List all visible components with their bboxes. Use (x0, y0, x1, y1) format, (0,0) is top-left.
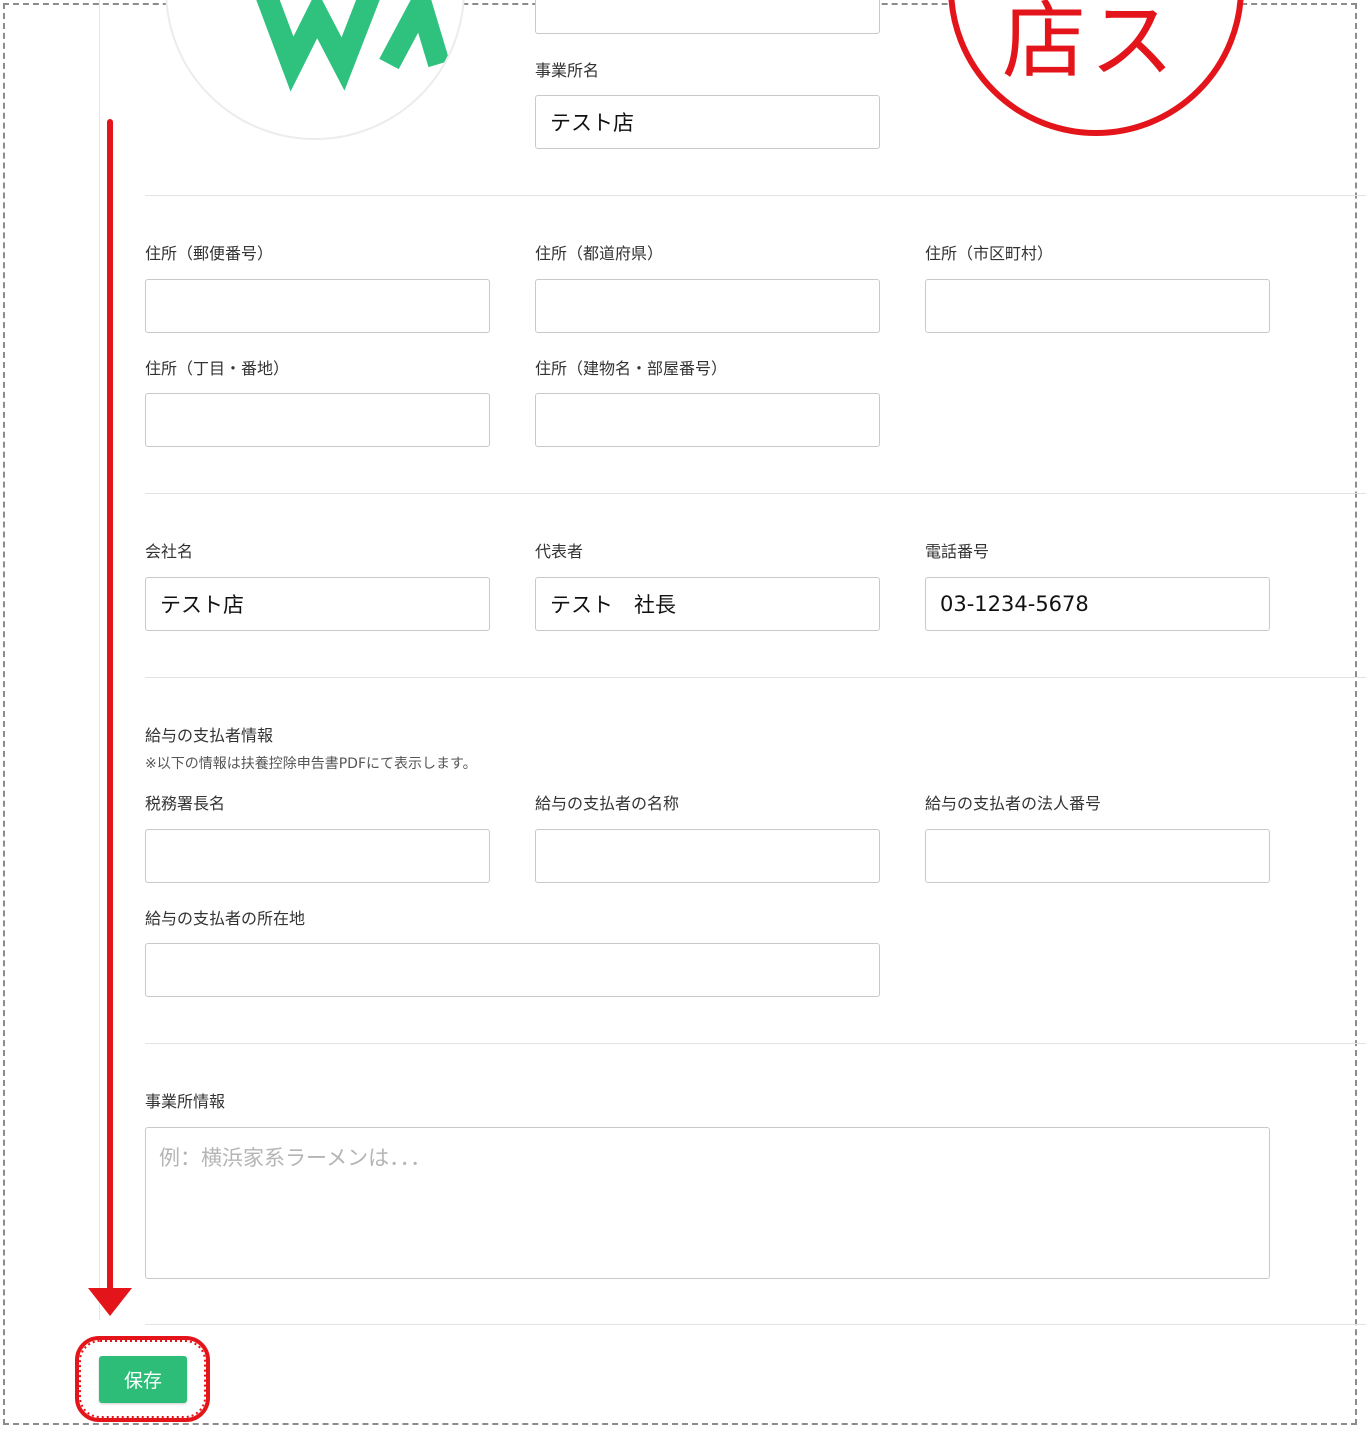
building-label: 住所（建物名・部屋番号） (535, 359, 728, 378)
building-input[interactable] (535, 393, 880, 447)
street-label: 住所（丁目・番地） (145, 359, 290, 378)
section-divider (145, 1324, 1366, 1325)
city-input[interactable] (925, 279, 1270, 333)
phone-input[interactable]: 03-1234-5678 (925, 577, 1270, 631)
representative-label: 代表者 (535, 542, 584, 561)
payer-section-title: 給与の支払者情報 (145, 726, 274, 745)
logo-mark-icon (256, 0, 450, 92)
office-info-label: 事業所情報 (145, 1092, 226, 1111)
postal-code-label: 住所（郵便番号） (145, 244, 274, 263)
representative-input[interactable]: テスト 社長 (535, 577, 880, 631)
section-divider (145, 493, 1366, 494)
city-label: 住所（市区町村） (925, 244, 1054, 263)
corporate-number-label: 給与の支払者の法人番号 (925, 794, 1102, 813)
payer-address-input[interactable] (145, 943, 880, 997)
section-divider (145, 677, 1366, 678)
tax-office-label: 税務署長名 (145, 794, 226, 813)
previous-field-input[interactable] (535, 0, 880, 34)
prefecture-label: 住所（都道府県） (535, 244, 664, 263)
street-input[interactable] (145, 393, 490, 447)
office-info-textarea[interactable]: 例：横浜家系ラーメンは．．． (145, 1127, 1270, 1279)
save-button[interactable]: 保存 (99, 1356, 187, 1403)
tax-office-input[interactable] (145, 829, 490, 883)
payer-name-input[interactable] (535, 829, 880, 883)
section-divider (145, 195, 1366, 196)
down-arrow-annotation-icon (88, 119, 132, 1316)
sidebar-divider (99, 0, 100, 1320)
postal-code-input[interactable] (145, 279, 490, 333)
office-name-input[interactable]: テスト店 (535, 95, 880, 149)
seal-text: 店ス (1002, 0, 1179, 90)
company-name-input[interactable]: テスト店 (145, 577, 490, 631)
prefecture-input[interactable] (535, 279, 880, 333)
company-seal[interactable]: 店ス (948, 0, 1244, 136)
payer-name-label: 給与の支払者の名称 (535, 794, 680, 813)
company-name-label: 会社名 (145, 542, 194, 561)
office-name-label: 事業所名 (535, 61, 600, 80)
company-logo[interactable] (165, 0, 465, 140)
payer-address-label: 給与の支払者の所在地 (145, 909, 306, 928)
section-divider (145, 1043, 1366, 1044)
phone-label: 電話番号 (925, 542, 990, 561)
payer-note: ※以下の情報は扶養控除申告書PDFにて表示します。 (145, 756, 477, 772)
corporate-number-input[interactable] (925, 829, 1270, 883)
